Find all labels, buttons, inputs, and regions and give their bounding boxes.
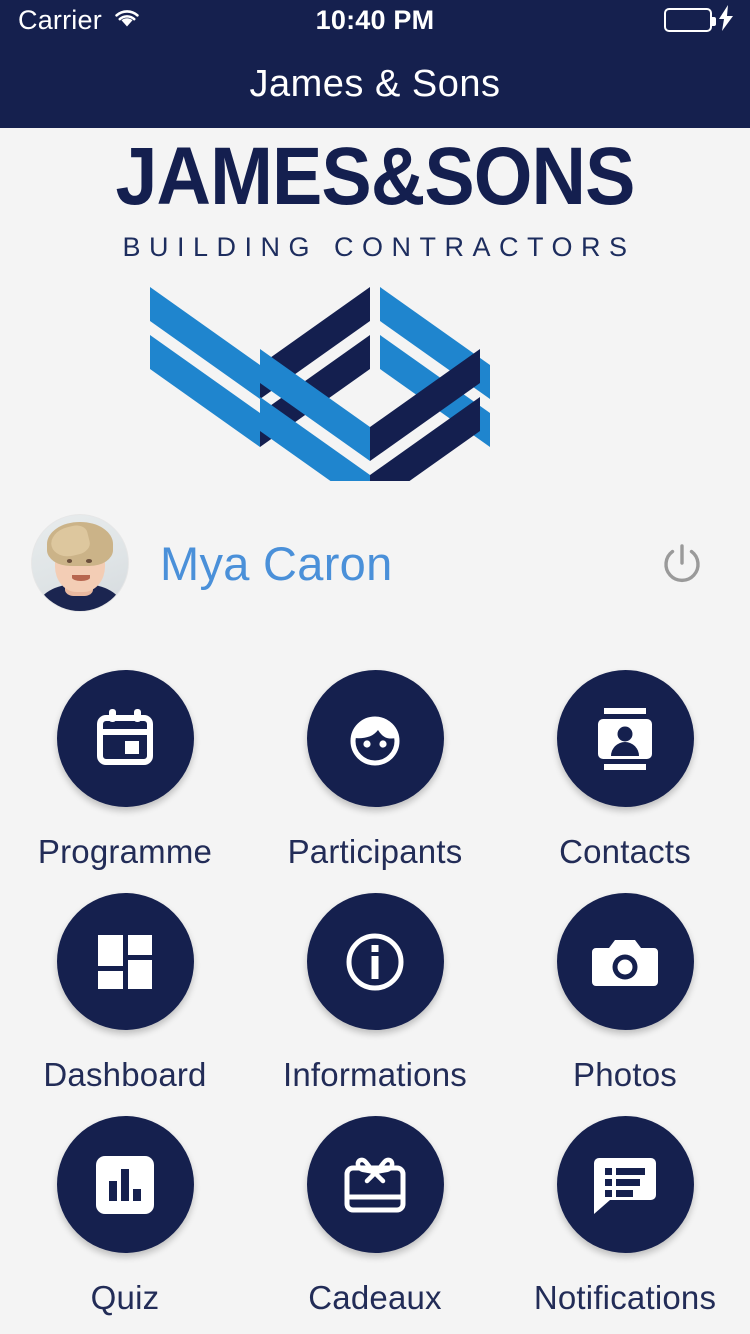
app-screen: Carrier 10:40 PM James & Sons JAMES&SONS… [0,0,750,1334]
menu-tile-label: Contacts [559,833,691,870]
menu-tile-label: Informations [283,1056,467,1093]
menu-tile-label: Participants [287,833,463,870]
menu-tile-label: Photos [573,1056,677,1093]
menu-tile-quiz[interactable]: Quiz [0,1094,250,1317]
status-bar-right [664,4,734,36]
menu-tile-cadeaux[interactable]: Cadeaux [250,1094,500,1317]
company-logo: JAMES&SONS BUILDING CONTRACTORS [0,136,750,481]
menu-tile-informations[interactable]: Informations [250,871,500,1094]
menu-tile-label: Cadeaux [308,1279,442,1316]
menu-tile-label: Programme [37,833,213,870]
menu-tile-dashboard[interactable]: Dashboard [0,871,250,1094]
logo-wordmark: JAMES&SONS [115,131,636,222]
user-profile-row[interactable]: Mya Caron [0,508,750,618]
menu-tile-notifications[interactable]: Notifications [500,1094,750,1317]
contact-card-icon [556,670,694,807]
menu-grid: Programme Participants Contacts Dashboar… [0,648,750,1317]
menu-tile-contacts[interactable]: Contacts [500,648,750,871]
user-name-label: Mya Caron [160,536,393,590]
calendar-icon [56,670,194,807]
menu-tile-label: Quiz [90,1279,160,1316]
menu-tile-programme[interactable]: Programme [0,648,250,871]
status-bar: Carrier 10:40 PM [0,0,750,40]
status-bar-time: 10:40 PM [315,4,435,35]
lightning-bolt-icon [718,4,734,36]
main-content: JAMES&SONS BUILDING CONTRACTORS Mya Caro… [0,128,750,1334]
page-title: James & Sons [249,62,501,105]
face-icon [306,670,444,807]
power-icon[interactable] [658,539,706,587]
user-avatar-photo[interactable] [32,515,128,611]
info-circle-icon [306,893,444,1030]
battery-full-icon [664,8,716,32]
grid-tiles-icon [56,893,194,1030]
gift-card-icon [306,1116,444,1253]
menu-tile-photos[interactable]: Photos [500,871,750,1094]
menu-tile-label: Dashboard [43,1056,207,1093]
message-list-icon [556,1116,694,1253]
menu-tile-participants[interactable]: Participants [250,648,500,871]
bar-chart-icon [56,1116,194,1253]
logo-tagline: BUILDING CONTRACTORS [122,232,636,262]
camera-icon [556,893,694,1030]
navigation-bar: James & Sons [0,40,750,128]
menu-tile-label: Notifications [533,1279,717,1316]
chevron-bars-logo-mark [0,281,750,481]
